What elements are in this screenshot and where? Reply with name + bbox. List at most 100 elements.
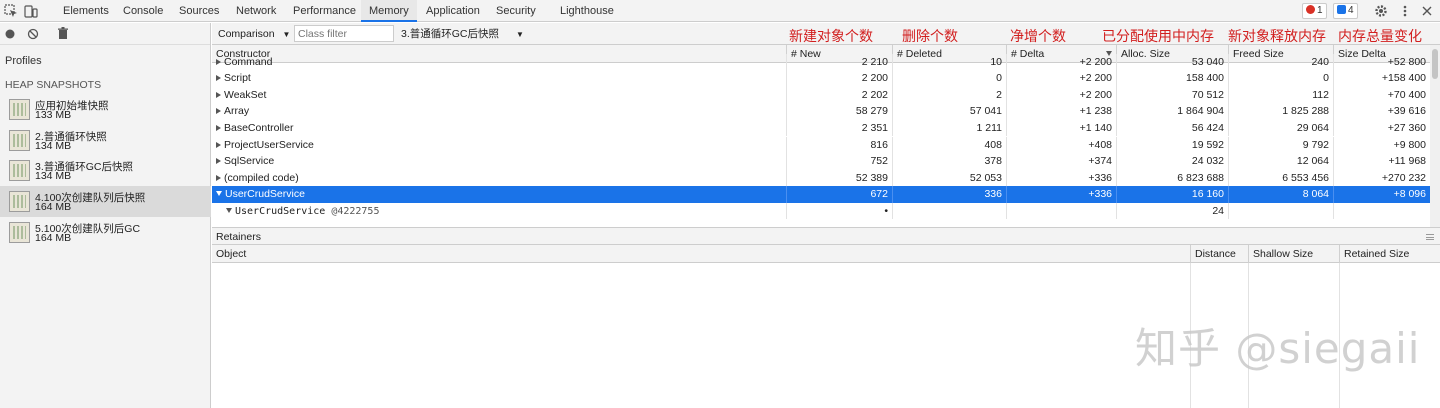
tab-performance[interactable]: Performance bbox=[289, 0, 360, 22]
expand-right-icon[interactable] bbox=[216, 158, 221, 165]
table-row[interactable]: (compiled code) 52 389 52 053 +336 6 823 688… bbox=[212, 169, 1430, 187]
table-row[interactable]: WeakSet 2 202 2 +2 200 70 512 112 +70 400 bbox=[212, 86, 1430, 104]
cell-freed-size: 240 bbox=[1228, 53, 1333, 71]
cell-size-delta: +39 616 bbox=[1333, 103, 1430, 120]
tab-sources[interactable]: Sources bbox=[175, 0, 223, 22]
tab-lighthouse[interactable]: Lighthouse bbox=[556, 0, 618, 22]
cell-constructor: Command bbox=[212, 54, 786, 71]
close-devtools-icon[interactable] bbox=[1420, 4, 1434, 18]
expand-right-icon[interactable] bbox=[216, 124, 221, 131]
cell-new: 672 bbox=[786, 186, 892, 203]
cell-constructor: (compiled code) bbox=[212, 170, 786, 187]
tab-network[interactable]: Network bbox=[232, 0, 280, 22]
snapshot-item[interactable]: 应用初始堆快照 133 MB bbox=[0, 94, 211, 125]
annotation-delta-count: 净增个数 bbox=[1010, 29, 1066, 45]
profiles-heading: Profiles bbox=[5, 55, 42, 67]
view-mode-select[interactable]: Comparison ▼ bbox=[218, 26, 290, 42]
cell-constructor: ProjectUserService bbox=[212, 137, 786, 154]
constructor-name: ProjectUserService bbox=[224, 138, 314, 151]
record-icon[interactable] bbox=[4, 28, 16, 40]
snapshot-item[interactable]: 3.普通循环GC后快照 134 MB bbox=[0, 155, 211, 186]
table-row[interactable]: Command 2 210 10 +2 200 53 040 240 +52 800 bbox=[212, 53, 1430, 71]
cell-deleted: 52 053 bbox=[892, 169, 1006, 187]
comparison-table: Constructor # New # Deleted # Delta Allo… bbox=[212, 45, 1430, 227]
scrollbar-thumb[interactable] bbox=[1432, 49, 1438, 79]
expand-right-icon[interactable] bbox=[216, 91, 221, 98]
base-snapshot-select[interactable]: 3.普通循环GC后快照 ▼ bbox=[401, 26, 524, 42]
annotation-size-delta: 内存总量变化 bbox=[1338, 29, 1422, 45]
cell-size-delta: +8 096 bbox=[1333, 186, 1430, 203]
expand-down-icon[interactable] bbox=[226, 207, 232, 213]
snapshot-item-selected[interactable]: 4.100次创建队列后快照 164 MB bbox=[0, 186, 211, 217]
constructor-name: BaseController bbox=[224, 121, 294, 134]
watermark: 知乎 @siegaii bbox=[1135, 324, 1421, 373]
cell-constructor: UserCrudService @4222755 bbox=[212, 203, 786, 221]
cell-freed-size: 29 064 bbox=[1228, 119, 1333, 137]
cell-alloc-size: 56 424 bbox=[1116, 119, 1228, 137]
errors-badge[interactable]: 1 bbox=[1302, 3, 1327, 19]
inspect-element-icon[interactable] bbox=[4, 4, 18, 18]
cell-freed-size: 0 bbox=[1228, 70, 1333, 87]
table-row-child[interactable]: UserCrudService @4222755 • 24 bbox=[212, 202, 1430, 221]
tab-console[interactable]: Console bbox=[119, 0, 167, 22]
table-row[interactable]: Script 2 200 0 +2 200 158 400 0 +158 400 bbox=[212, 70, 1430, 87]
cell-deleted: 378 bbox=[892, 153, 1006, 170]
snapshot-icon bbox=[9, 130, 30, 151]
errors-count: 1 bbox=[1317, 5, 1323, 16]
cell-delta: +374 bbox=[1006, 153, 1116, 170]
device-toolbar-icon[interactable] bbox=[24, 4, 38, 18]
expand-right-icon[interactable] bbox=[216, 108, 221, 115]
cell-new: 2 200 bbox=[786, 70, 892, 87]
clear-all-icon[interactable] bbox=[27, 28, 39, 40]
snapshot-item[interactable]: 2.普通循环快照 134 MB bbox=[0, 125, 211, 156]
cell-delta: +2 200 bbox=[1006, 86, 1116, 104]
cell-size-delta: +158 400 bbox=[1333, 70, 1430, 87]
cell-alloc-size: 16 160 bbox=[1116, 186, 1228, 203]
col-retained-size[interactable]: Retained Size bbox=[1339, 245, 1440, 263]
table-row-selected[interactable]: UserCrudService 672 336 +336 16 160 8 064 +8 0… bbox=[212, 186, 1430, 203]
more-options-icon[interactable] bbox=[1398, 4, 1412, 18]
snapshot-icon bbox=[9, 191, 30, 212]
constructor-name: WeakSet bbox=[224, 88, 267, 101]
tab-elements[interactable]: Elements bbox=[59, 0, 113, 22]
cell-size-delta: +270 232 bbox=[1333, 169, 1430, 187]
table-scrollbar[interactable] bbox=[1430, 45, 1440, 227]
cell-delta bbox=[1006, 202, 1116, 220]
tab-memory[interactable]: Memory bbox=[361, 0, 417, 22]
expand-down-icon[interactable] bbox=[216, 191, 222, 197]
settings-gear-icon[interactable] bbox=[1374, 4, 1388, 18]
messages-count: 4 bbox=[1348, 5, 1354, 16]
tab-security[interactable]: Security bbox=[492, 0, 540, 22]
col-object[interactable]: Object bbox=[212, 245, 1190, 263]
table-row[interactable]: BaseController 2 351 1 211 +1 140 56 424 29 0… bbox=[212, 119, 1430, 137]
snapshot-item[interactable]: 5.100次创建队列后GC 164 MB bbox=[0, 217, 211, 248]
cell-alloc-size: 19 592 bbox=[1116, 136, 1228, 154]
resize-grip-icon[interactable] bbox=[1426, 234, 1434, 240]
expand-right-icon[interactable] bbox=[216, 58, 221, 65]
cell-new: 2 202 bbox=[786, 86, 892, 104]
col-distance[interactable]: Distance bbox=[1190, 245, 1248, 263]
tab-application[interactable]: Application bbox=[422, 0, 484, 22]
table-row[interactable]: SqlService 752 378 +374 24 032 12 064 +11 968 bbox=[212, 153, 1430, 170]
cell-freed-size: 1 825 288 bbox=[1228, 103, 1333, 120]
snapshot-size: 134 MB bbox=[35, 170, 72, 182]
col-shallow-size[interactable]: Shallow Size bbox=[1248, 245, 1339, 263]
trash-icon[interactable] bbox=[57, 27, 69, 40]
expand-right-icon[interactable] bbox=[216, 75, 221, 82]
cell-deleted: 2 bbox=[892, 86, 1006, 104]
cell-constructor: UserCrudService bbox=[212, 186, 786, 203]
cell-new: • bbox=[786, 202, 892, 220]
cell-size-delta: +11 968 bbox=[1333, 153, 1430, 170]
annotation-new-count: 新建对象个数 bbox=[789, 29, 873, 45]
annotation-alloc-size: 已分配使用中内存 bbox=[1102, 29, 1214, 45]
snapshot-icon bbox=[9, 99, 30, 120]
profiles-sidebar: Profiles HEAP SNAPSHOTS 应用初始堆快照 133 MB 2… bbox=[0, 23, 211, 408]
cell-new: 816 bbox=[786, 136, 892, 154]
messages-badge[interactable]: 4 bbox=[1333, 3, 1358, 19]
class-filter-input[interactable] bbox=[294, 25, 394, 42]
expand-right-icon[interactable] bbox=[216, 141, 221, 148]
table-row[interactable]: Array 58 279 57 041 +1 238 1 864 904 1 825 28… bbox=[212, 103, 1430, 120]
table-row[interactable]: ProjectUserService 816 408 +408 19 592 9 792 +… bbox=[212, 136, 1430, 154]
cell-alloc-size: 53 040 bbox=[1116, 53, 1228, 71]
expand-right-icon[interactable] bbox=[216, 174, 221, 181]
